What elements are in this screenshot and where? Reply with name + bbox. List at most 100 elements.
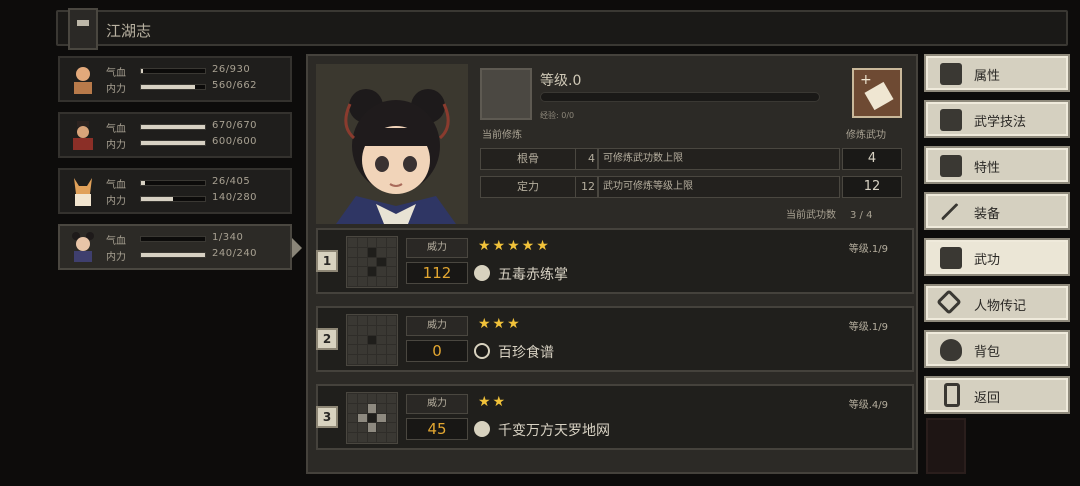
hp-label: 气血 — [106, 180, 126, 191]
count-value: 3 / 4 — [850, 210, 873, 221]
scroll-plus-icon: + — [860, 72, 894, 111]
mp-value: 600/600 — [212, 136, 258, 147]
cultivate-skill-button[interactable]: + — [852, 68, 902, 118]
power-value: 112 — [406, 262, 468, 284]
current-cultivation-slot[interactable] — [480, 68, 532, 120]
martial-art-name: 五毒赤练掌 — [498, 267, 568, 283]
portrait-girl-icon — [72, 232, 94, 262]
hp-bar — [140, 68, 206, 74]
mp-value: 240/240 — [212, 248, 258, 259]
menu-back[interactable]: 返回 — [924, 376, 1070, 414]
party-member-2[interactable]: 气血 670/670 内力 600/600 — [58, 112, 292, 158]
martial-art-level: 等级.1/9 — [848, 244, 888, 255]
hero-portrait — [316, 64, 468, 224]
stat-name: 根骨 — [480, 148, 576, 170]
mp-value: 140/280 — [212, 192, 258, 203]
martial-art-level: 等级.4/9 — [848, 400, 888, 411]
hp-label: 气血 — [106, 68, 126, 79]
cultivate-skill-label: 修炼武功 — [846, 130, 886, 141]
martial-arts-count: 当前武功数 3 / 4 — [786, 206, 872, 221]
party-member-4[interactable]: 气血 1/340 内力 240/240 — [58, 224, 302, 270]
portrait-monk-icon — [74, 67, 92, 94]
power-value: 45 — [406, 418, 468, 440]
stat-value: 4 — [842, 148, 902, 170]
mp-value: 560/662 — [212, 80, 258, 91]
exp-bar — [540, 92, 820, 102]
mp-label: 内力 — [106, 140, 126, 151]
martial-art-card-2[interactable]: 2 威力 ★★★ 0 百珍食谱 等级.1/9 — [316, 306, 914, 372]
stat-desc: 可修炼武功数上限 — [598, 148, 840, 170]
palm-icon — [474, 265, 490, 281]
top-bar: 江湖志 — [56, 8, 1068, 50]
hp-bar — [140, 180, 206, 186]
background-decoration — [926, 418, 966, 474]
power-label: 威力 — [406, 238, 468, 258]
menu-martial-arts[interactable]: 武功 — [924, 238, 1070, 276]
menu-label: 武功 — [974, 253, 1001, 268]
svg-text:+: + — [860, 72, 872, 88]
martial-art-level: 等级.1/9 — [848, 322, 888, 333]
cultivation-level: 等级.0 — [540, 73, 582, 89]
hp-label: 气血 — [106, 124, 126, 135]
bag-icon — [940, 339, 962, 361]
sword-icon — [940, 202, 960, 222]
menu-techniques[interactable]: 武学技法 — [924, 100, 1070, 138]
martial-art-name: 千变万方天罗地网 — [498, 423, 610, 439]
party-member-3[interactable]: 气血 26/405 内力 140/280 — [58, 168, 292, 214]
hp-value: 26/405 — [212, 176, 251, 187]
hp-value: 1/340 — [212, 232, 244, 243]
menu-label: 属性 — [974, 69, 1001, 84]
martial-art-card-1[interactable]: 1 威力 ★★★★★ 112 五毒赤练掌 等级.1/9 — [316, 228, 914, 294]
mp-label: 内力 — [106, 252, 126, 263]
mp-bar — [140, 140, 206, 146]
menu-attributes[interactable]: 属性 — [924, 54, 1070, 92]
menu-label: 返回 — [974, 391, 1001, 406]
hp-value: 670/670 — [212, 120, 258, 131]
slot-number: 3 — [316, 406, 338, 428]
person-icon — [940, 63, 962, 85]
hp-bar — [140, 236, 206, 242]
person-sparkle-icon — [940, 109, 962, 131]
page-title: 江湖志 — [106, 22, 152, 40]
stat-value: 12 — [842, 176, 902, 198]
rating-stars: ★★★ — [478, 316, 522, 332]
door-icon — [944, 383, 960, 407]
mp-bar — [140, 196, 206, 202]
slot-number: 1 — [316, 250, 338, 272]
power-label: 威力 — [406, 316, 468, 336]
party-member-1[interactable]: 气血 26/930 内力 560/662 — [58, 56, 292, 102]
power-label: 威力 — [406, 394, 468, 414]
mp-bar — [140, 84, 206, 90]
menu-label: 装备 — [974, 207, 1001, 222]
portrait-fox-icon — [74, 178, 92, 206]
skill-shape-grid — [346, 236, 398, 288]
current-cultivation-label: 当前修炼 — [482, 130, 522, 141]
yin-yang-icon — [474, 343, 490, 359]
palm-icon — [474, 421, 490, 437]
menu-equipment[interactable]: 装备 — [924, 192, 1070, 230]
power-value: 0 — [406, 340, 468, 362]
book-icon — [68, 8, 98, 50]
menu-label: 背包 — [974, 345, 1001, 360]
exp-label: 经验: 0/0 — [540, 111, 575, 120]
stat-row-bone: 根骨 4 可修炼武功数上限 4 — [480, 148, 902, 170]
menu-bag[interactable]: 背包 — [924, 330, 1070, 368]
menu-label: 武学技法 — [974, 115, 1027, 130]
martial-art-name: 百珍食谱 — [498, 345, 554, 361]
hp-bar — [140, 124, 206, 130]
portrait-warrior-icon — [73, 121, 93, 150]
skill-shape-grid — [346, 392, 398, 444]
rating-stars: ★★ — [478, 394, 508, 410]
mp-label: 内力 — [106, 196, 126, 207]
rating-stars: ★★★★★ — [478, 238, 551, 254]
menu-biography[interactable]: 人物传记 — [924, 284, 1070, 322]
menu-label: 人物传记 — [974, 299, 1027, 314]
martial-art-card-3[interactable]: 3 威力 ★★ 45 千变万方天罗地网 等级.4/9 — [316, 384, 914, 450]
hp-label: 气血 — [106, 236, 126, 247]
skill-shape-grid — [346, 314, 398, 366]
stat-name: 定力 — [480, 176, 576, 198]
book-diamond-icon — [936, 289, 962, 315]
menu-label: 特性 — [974, 161, 1001, 176]
menu-traits[interactable]: 特性 — [924, 146, 1070, 184]
stat-num: 4 — [576, 148, 598, 170]
